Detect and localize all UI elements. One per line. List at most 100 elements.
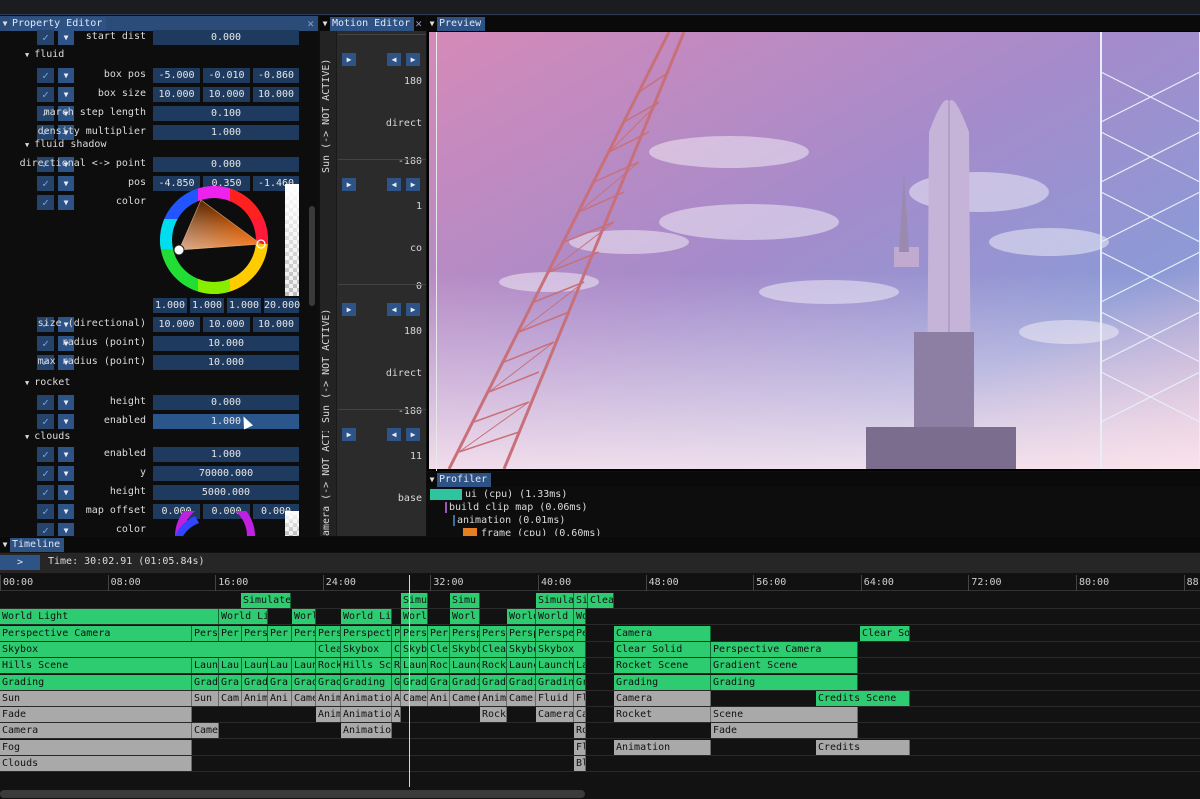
keyframe-dropdown[interactable]: ▼	[58, 30, 74, 45]
keyframe-dropdown[interactable]: ▼	[58, 414, 74, 429]
timeline-clip[interactable]: Clea	[480, 641, 507, 657]
timeline-clip[interactable]: Laun	[292, 658, 316, 674]
value-field[interactable]: 10.000	[153, 317, 200, 332]
prev-key-button[interactable]: ◀	[387, 53, 401, 66]
timeline-clip[interactable]: Fog	[0, 739, 192, 755]
timeline-clip[interactable]: Pers	[192, 625, 219, 641]
value-field[interactable]: 10.000	[203, 317, 250, 332]
timeline-clip[interactable]: Grad	[242, 674, 268, 690]
timeline-clip[interactable]: Persp	[450, 625, 480, 641]
timeline-clip[interactable]: Clear So	[860, 625, 910, 641]
value-field[interactable]: -5.000	[153, 68, 200, 83]
value-field[interactable]: 1.000	[153, 414, 299, 429]
timeline-clip[interactable]: Persp	[507, 625, 536, 641]
timeline-clip[interactable]: Came	[292, 690, 316, 706]
timeline-clip[interactable]: Ani	[428, 690, 450, 706]
timeline-clip[interactable]: Camera	[614, 625, 711, 641]
timeline-clip[interactable]: Cam	[219, 690, 242, 706]
timeline-clip[interactable]: Gra	[428, 674, 450, 690]
timeline-clip[interactable]: Gradi	[507, 674, 536, 690]
timeline-clip[interactable]: Clouds	[0, 756, 192, 771]
timeline-clip[interactable]: World Li	[341, 609, 392, 625]
profiler-entry[interactable]: animation (0.01ms)	[457, 515, 565, 526]
value-field[interactable]: -0.860	[253, 68, 299, 83]
keyframe-dropdown[interactable]: ▼	[58, 447, 74, 462]
timeline-clip[interactable]: Per	[219, 625, 242, 641]
timeline-titlebar[interactable]: ▼ Timeline	[0, 537, 1200, 552]
enable-checkbox[interactable]: ✓	[37, 68, 54, 83]
timeline-clip[interactable]: Skybox	[536, 641, 586, 657]
timeline-clip[interactable]: Per	[428, 625, 450, 641]
timeline-clip[interactable]: Fluid	[536, 690, 574, 706]
value-field[interactable]: 10.000	[253, 87, 299, 102]
profiler-entry[interactable]: frame (cpu) (0.60ms)	[481, 528, 601, 536]
timeline-clip[interactable]: La	[574, 658, 586, 674]
profiler-entry[interactable]: build clip map (0.06ms)	[449, 502, 587, 513]
timeline-clip[interactable]: Gr	[574, 674, 586, 690]
enable-checkbox[interactable]: ✓	[37, 195, 54, 210]
value-field[interactable]: 10.000	[253, 317, 299, 332]
preview-splitter[interactable]	[436, 32, 437, 471]
timeline-clip[interactable]: Cle	[428, 641, 450, 657]
next-key-button[interactable]: ▶	[406, 303, 420, 316]
timeline-clip[interactable]: Pe	[574, 625, 586, 641]
timeline-clip[interactable]: Anim	[316, 690, 341, 706]
timeline-clip[interactable]: Gradi	[450, 674, 480, 690]
timeline-clip[interactable]: Skyb	[401, 641, 428, 657]
alpha-slider[interactable]	[285, 184, 299, 296]
enable-checkbox[interactable]: ✓	[37, 176, 54, 191]
keyframe-dropdown[interactable]: ▼	[58, 195, 74, 210]
timeline-clip[interactable]: Anim	[316, 707, 341, 723]
timeline-clip[interactable]: Lau	[268, 658, 292, 674]
timeline-clip[interactable]: R	[392, 658, 401, 674]
timeline-clip[interactable]: Camera	[614, 690, 711, 706]
keyframe-dropdown[interactable]: ▼	[58, 395, 74, 410]
timeline-clip[interactable]: Skybo	[450, 641, 480, 657]
keyframe-dropdown[interactable]: ▼	[58, 466, 74, 481]
timeline-clip[interactable]: Rocket Scene	[614, 658, 711, 674]
keyframe-dropdown[interactable]: ▼	[58, 87, 74, 102]
timeline-clip[interactable]: World	[507, 609, 536, 625]
timeline-clip[interactable]: Animation	[614, 739, 711, 755]
timeline-clip[interactable]: Perspe	[536, 625, 574, 641]
value-field[interactable]: 0.000	[153, 395, 299, 410]
clouds-color-wheel[interactable]	[170, 511, 260, 536]
enable-checkbox[interactable]: ✓	[37, 87, 54, 102]
timeline-clip[interactable]: Skybox	[0, 641, 316, 657]
timeline-clip[interactable]: Launc	[450, 658, 480, 674]
color-component-field[interactable]: 20.000	[264, 298, 300, 313]
timeline-clip[interactable]: Grad	[192, 674, 219, 690]
timeline-clip[interactable]: Rock	[316, 658, 341, 674]
collapse-icon[interactable]: ▼	[320, 17, 330, 31]
value-field[interactable]: 1.000	[153, 125, 299, 140]
collapse-icon[interactable]: ▼	[0, 538, 10, 552]
preview-viewport[interactable]	[429, 32, 1200, 469]
timeline-clip[interactable]: Skybox	[341, 641, 392, 657]
timeline-clip[interactable]: Perspective Camera	[0, 625, 192, 641]
timeline-clip[interactable]: Si	[574, 593, 588, 608]
timeline-clip[interactable]: Launch	[536, 658, 574, 674]
prev-key-button[interactable]: ◀	[387, 178, 401, 191]
prev-key-button[interactable]: ◀	[387, 303, 401, 316]
play-curve-button[interactable]: ▶	[342, 53, 356, 66]
timeline-clip[interactable]: Launc	[507, 658, 536, 674]
timeline-clip[interactable]: P	[392, 625, 401, 641]
value-field[interactable]: 10.000	[203, 87, 250, 102]
timeline-clip[interactable]: Camer	[450, 690, 480, 706]
keyframe-dropdown[interactable]: ▼	[58, 504, 74, 519]
property-editor-titlebar[interactable]: ▼ Property Editor ✕	[0, 16, 318, 31]
enable-checkbox[interactable]: ✓	[37, 414, 54, 429]
timeline-clip[interactable]: Gra	[219, 674, 242, 690]
timeline-clip[interactable]: Perspect	[341, 625, 392, 641]
timeline-clip[interactable]: Pers	[480, 625, 507, 641]
timeline-clip[interactable]: Ro	[574, 723, 586, 739]
timeline-clip[interactable]: Animatio	[341, 723, 392, 739]
timeline-clip[interactable]: Sun	[0, 690, 192, 706]
timeline-clip[interactable]: Grading	[711, 674, 858, 690]
profiler-titlebar[interactable]: ▼ Profiler	[427, 472, 1200, 487]
timeline-clip[interactable]: Skybo	[507, 641, 536, 657]
profiler-entry[interactable]: ui (cpu) (1.33ms)	[465, 489, 567, 500]
timeline-clip[interactable]: Simu	[401, 593, 428, 608]
section-header[interactable]: ▼ clouds	[25, 431, 70, 442]
play-curve-button[interactable]: ▶	[342, 303, 356, 316]
